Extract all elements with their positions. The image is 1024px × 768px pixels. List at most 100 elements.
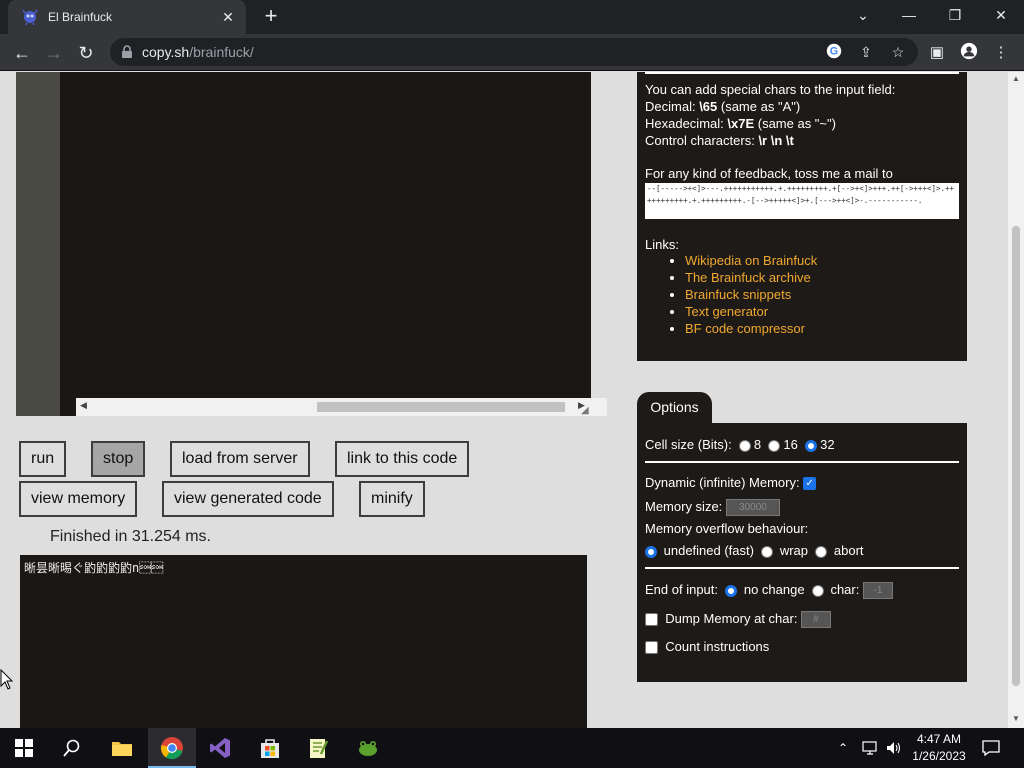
close-window-button[interactable]: ✕ [978,0,1024,30]
count-instructions-checkbox[interactable] [645,641,658,655]
new-tab-button[interactable]: + [258,4,284,30]
dump-memory-label: Dump Memory at char: [665,611,798,626]
notepad-plus-button[interactable] [294,728,342,768]
link-compressor[interactable]: BF code compressor [685,321,805,336]
cell-size-label: Cell size (Bits): [645,437,732,452]
minify-button[interactable]: minify [359,481,425,517]
list-item: Text generator [685,303,817,320]
count-instructions-row: Count instructions [645,639,769,655]
view-memory-button[interactable]: view memory [19,481,138,517]
profile-icon[interactable] [958,42,980,64]
dump-memory-checkbox[interactable] [645,613,658,627]
scroll-up-icon[interactable]: ▲ [1012,74,1020,83]
code-editor[interactable]: ◀ ▶ [16,72,607,416]
control-line: Control characters: \r \n \t [645,133,794,148]
links-list: Wikipedia on Brainfuck The Brainfuck arc… [685,252,817,337]
search-icon [63,739,80,757]
restore-button[interactable]: ❐ [932,0,978,30]
link-to-code-button[interactable]: link to this code [335,441,470,477]
overflow-undefined-label: undefined (fast) [663,543,754,558]
resize-handle-icon[interactable]: ◢ [581,405,589,416]
editor-gutter [16,72,60,416]
memory-size-row: Memory size: 30000 [645,499,780,517]
system-clock[interactable]: 4:47 AM 1/26/2023 [908,731,970,765]
chrome-icon [160,737,183,760]
memory-size-input[interactable]: 30000 [725,499,780,517]
link-archive[interactable]: The Brainfuck archive [685,270,811,285]
dump-memory-row: Dump Memory at char: # [645,611,832,629]
chrome-taskbar-button[interactable] [148,728,196,768]
overflow-wrap-radio[interactable] [761,545,774,558]
bookmark-star-icon[interactable]: ☆ [888,42,908,62]
menu-kebab-icon[interactable]: ⋮ [990,42,1012,64]
eoi-char-input[interactable]: -1 [862,582,893,600]
editor-horizontal-scrollbar[interactable]: ◀ ▶ [76,398,607,416]
scroll-left-icon[interactable]: ◀ [80,400,87,411]
reload-button[interactable]: ↻ [73,40,99,66]
browser-tab-bar: El Brainfuck ✕ + ⌄ — ❐ ✕ [0,0,1024,34]
view-generated-code-button[interactable]: view generated code [162,481,334,517]
tab-search-icon[interactable]: ⌄ [840,0,886,30]
eoi-char-label: char: [830,582,860,597]
search-button[interactable] [48,728,96,768]
share-icon[interactable]: ⇪ [856,42,876,62]
link-snippets[interactable]: Brainfuck snippets [685,287,791,302]
program-output[interactable]: 晰昙晰晹ぐ䶂䶂䶂䶂n [20,555,587,728]
scroll-down-icon[interactable]: ▼ [1012,714,1020,723]
dynamic-memory-checkbox[interactable]: ✓ [803,477,817,491]
run-button[interactable]: run [19,441,67,477]
show-hidden-icons-icon[interactable]: ⌃ [838,728,848,768]
eoi-no-change-radio[interactable] [725,584,738,597]
url-host: copy.sh [142,44,190,60]
dynamic-memory-label: Dynamic (infinite) Memory: [645,475,800,490]
lock-icon [122,45,132,58]
dump-memory-input[interactable]: # [801,611,832,629]
divider [645,461,959,463]
link-wikipedia[interactable]: Wikipedia on Brainfuck [685,253,817,268]
url-path: /brainfuck/ [189,44,254,60]
decimal-code: \65 [699,99,718,114]
page-vertical-scrollbar[interactable]: ▲ ▼ [1008,72,1024,728]
browser-tab[interactable]: El Brainfuck ✕ [8,0,246,34]
google-lens-icon[interactable]: G [824,42,844,62]
feedback-text: For any kind of feedback, toss me a mail… [645,166,893,181]
cell-size-8-radio[interactable] [738,439,751,452]
forward-button[interactable]: → [41,40,67,66]
notifications-icon[interactable] [982,728,1000,768]
browser-toolbar: ← → ↻ copy.sh/brainfuck/ G ⇪ ☆ ▣ ⋮ [0,34,1024,71]
mouse-cursor-icon [0,669,14,690]
cell-size-16-radio[interactable] [768,439,781,452]
file-explorer-button[interactable] [98,728,146,768]
windows-taskbar: ⌃ 4:47 AM 1/26/2023 [0,728,1024,768]
overflow-wrap-label: wrap [779,543,809,558]
network-icon[interactable] [862,728,880,768]
link-text-generator[interactable]: Text generator [685,304,768,319]
hex-note: (same as "~") [754,116,836,131]
start-button[interactable] [0,728,48,768]
side-panel-icon[interactable]: ▣ [926,42,948,64]
tab-options[interactable]: Options [637,392,712,424]
visual-studio-button[interactable] [196,728,244,768]
scrollbar-thumb[interactable] [1012,226,1020,686]
overflow-abort-radio[interactable] [815,545,828,558]
windows-logo-icon [15,739,33,757]
store-button[interactable] [246,728,294,768]
load-from-server-button[interactable]: load from server [170,441,310,477]
cell-size-32-radio[interactable] [805,439,818,452]
list-item: Brainfuck snippets [685,286,817,303]
volume-icon[interactable] [886,728,902,768]
scrollbar-thumb[interactable] [317,402,565,412]
address-bar[interactable]: copy.sh/brainfuck/ G ⇪ ☆ [110,38,918,66]
minimize-button[interactable]: — [886,0,932,30]
list-item: Wikipedia on Brainfuck [685,252,817,269]
app-taskbar-button[interactable] [344,728,392,768]
overflow-undefined-radio[interactable] [645,545,657,558]
back-button[interactable]: ← [9,40,35,66]
eoi-char-radio[interactable] [811,584,824,597]
stop-button[interactable]: stop [91,441,146,477]
links-label: Links: [645,237,679,252]
tab-close-icon[interactable]: ✕ [220,9,236,26]
page-content: ◀ ▶ ◢ run stop load from server link to … [0,72,1008,728]
overflow-row: undefined (fast) wrap abort [645,543,864,558]
dynamic-memory-row: Dynamic (infinite) Memory: ✓ [645,475,817,491]
